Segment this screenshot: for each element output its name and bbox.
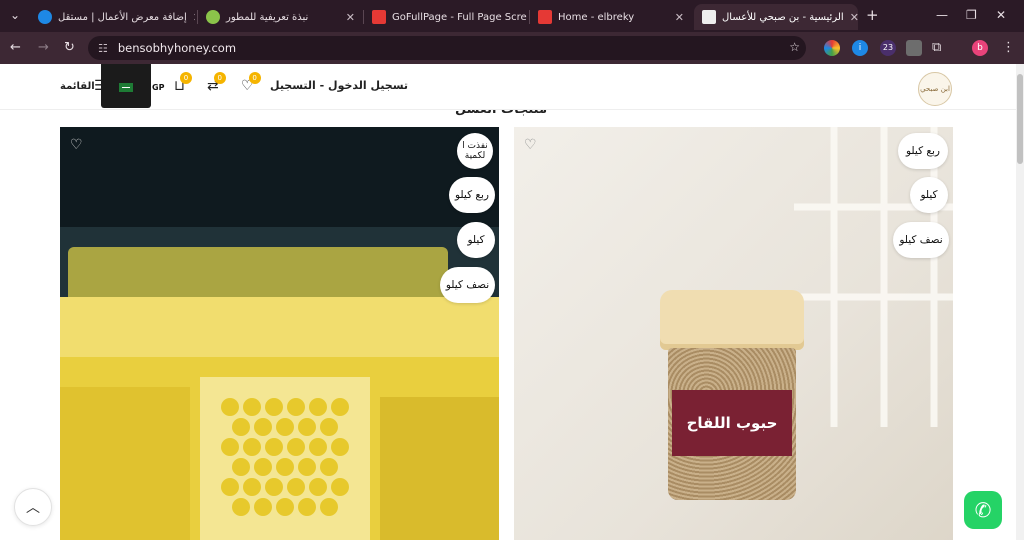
tab-mostaql[interactable]: إضافة معرض الأعمال | مستقل ✕ — [30, 4, 195, 30]
currency-label[interactable]: GP — [152, 83, 164, 92]
color-extension-icon[interactable] — [824, 40, 840, 56]
tab-elbreky[interactable]: Home - elbreky ✕ — [530, 4, 692, 30]
variant-half-kilo[interactable]: نصف كيلو — [893, 222, 949, 258]
minimize-button[interactable]: — — [936, 8, 948, 22]
tab-developer[interactable]: نبذة تعريفية للمطور ✕ — [198, 4, 363, 30]
tab-close-icon[interactable]: ✕ — [346, 11, 355, 24]
tab-title: إضافة معرض الأعمال | مستقل — [58, 11, 187, 23]
cart-count-badge: 0 — [179, 72, 192, 84]
variant-quarter-kilo[interactable]: ربع كيلو — [449, 177, 495, 213]
tab-title: GoFullPage - Full Page Scre — [392, 11, 527, 23]
jar-label: حبوب اللقاح — [672, 390, 792, 456]
variant-quarter-kilo[interactable]: ربع كيلو — [898, 133, 948, 169]
restore-button[interactable]: ❐ — [966, 8, 977, 22]
tab-search-icon[interactable]: ⌄ — [10, 8, 20, 22]
tab-close-icon[interactable]: ✕ — [850, 11, 858, 24]
tab-title: Home - elbreky — [558, 11, 635, 23]
compare-count-badge: 0 — [213, 72, 226, 84]
info-extension-icon[interactable]: i — [852, 40, 868, 56]
badge-extension-icon[interactable]: 23 — [880, 40, 896, 56]
camera-extension-icon[interactable] — [906, 40, 922, 56]
out-of-stock-badge: نفذت ا لكمية — [457, 133, 493, 169]
window-light-image — [794, 127, 953, 427]
developer-favicon-icon — [206, 10, 220, 24]
tab-title: نبذة تعريفية للمطور — [226, 11, 309, 23]
reload-icon[interactable]: ↻ — [64, 40, 75, 55]
back-icon[interactable]: ← — [10, 40, 21, 55]
variant-kilo[interactable]: كيلو — [457, 222, 495, 258]
chrome-menu-icon[interactable]: ⋮ — [1002, 40, 1015, 55]
language-dropdown[interactable] — [101, 64, 151, 108]
variant-kilo[interactable]: كيلو — [910, 177, 948, 213]
wishlist-heart-icon[interactable]: ♡ — [524, 137, 537, 153]
site-info-icon[interactable]: ☷ — [98, 42, 108, 55]
bensobhy-favicon-icon — [702, 10, 716, 24]
pollen-jar-image: حبوب اللقاح — [660, 290, 804, 500]
address-bar[interactable]: ☷ bensobhyhoney.com ☆ — [88, 36, 806, 60]
wishlist-icon[interactable]: ♡ 0 — [241, 72, 261, 94]
page-content: منتجات العسل ♡ نفذت ا لكمية ربع كيلو كيل… — [0, 64, 1016, 540]
elbreky-favicon-icon — [538, 10, 552, 24]
product-card-bee-pollen[interactable]: حبوب اللقاح ♡ ربع كيلو كيلو نصف كيلو — [514, 127, 953, 540]
forward-icon[interactable]: → — [38, 40, 49, 55]
whatsapp-chat-button[interactable]: ✆ — [964, 491, 1002, 529]
scroll-to-top-button[interactable]: ︿ — [14, 488, 52, 526]
tab-close-icon[interactable]: ✕ — [675, 11, 684, 24]
compare-icon[interactable]: ⇄ 0 — [207, 72, 226, 94]
url-text: bensobhyhoney.com — [117, 41, 237, 55]
site-header: ابن صبحي تسجيل الدخول - التسجيل ♡ 0 ⇄ 0 ⊔ 0… — [0, 64, 1016, 110]
close-window-button[interactable]: ✕ — [996, 8, 1006, 22]
browser-tabstrip: ⌄ إضافة معرض الأعمال | مستقل ✕ نبذة تعري… — [0, 0, 1024, 32]
menu-label[interactable]: القائمة — [60, 81, 95, 92]
site-logo[interactable]: ابن صبحي — [918, 72, 952, 106]
gofullpage-favicon-icon — [372, 10, 386, 24]
saudi-flag-icon — [119, 83, 133, 92]
bookmark-star-icon[interactable]: ☆ — [789, 40, 800, 54]
wishlist-count-badge: 0 — [248, 72, 261, 84]
cart-icon[interactable]: ⊔ 0 — [174, 72, 192, 94]
browser-toolbar: ← → ↻ ☷ bensobhyhoney.com ☆ i 23 ⧉ b ⋮ — [0, 32, 1024, 64]
tab-gofullpage[interactable]: GoFullPage - Full Page Scre ✕ — [364, 4, 529, 30]
tab-title: الرئيسية - بن صبحي للأعسال — [722, 11, 844, 23]
extensions-puzzle-icon[interactable]: ⧉ — [932, 40, 941, 55]
profile-avatar[interactable]: b — [972, 40, 988, 56]
product-card-honeycomb[interactable]: ♡ نفذت ا لكمية ربع كيلو كيلو نصف كيلو — [60, 127, 499, 540]
tab-close-icon[interactable]: ✕ — [193, 11, 195, 24]
honeycomb-image — [60, 227, 499, 540]
tab-bensobhy[interactable]: الرئيسية - بن صبحي للأعسال ✕ — [694, 4, 858, 30]
login-register-link[interactable]: تسجيل الدخول - التسجيل — [270, 79, 408, 92]
page-scrollbar[interactable] — [1016, 64, 1024, 540]
mostaql-favicon-icon — [38, 10, 52, 24]
wishlist-heart-icon[interactable]: ♡ — [70, 137, 83, 153]
variant-half-kilo[interactable]: نصف كيلو — [440, 267, 495, 303]
new-tab-button[interactable]: + — [866, 6, 879, 24]
